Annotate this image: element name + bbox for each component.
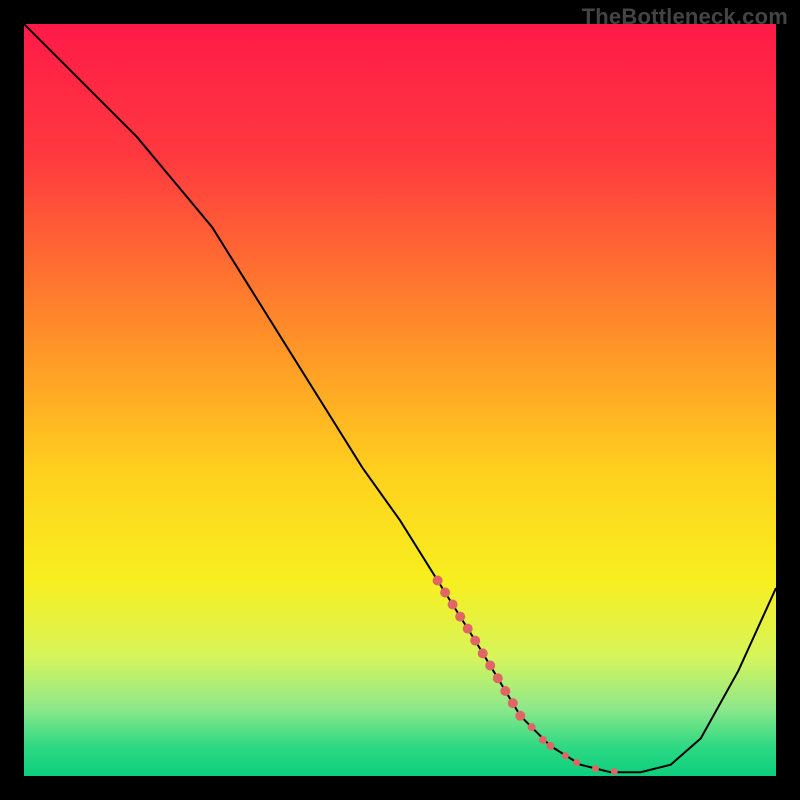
plot-area [24,24,776,776]
chart-frame: TheBottleneck.com [0,0,800,800]
highlight-dot [562,752,569,759]
highlight-dot [448,600,458,610]
highlight-dot [433,576,443,586]
highlight-dot [470,636,480,646]
highlight-dot [493,673,503,683]
highlight-dot [500,686,510,696]
highlight-dot [539,736,547,744]
highlight-dot [440,588,450,598]
highlight-dot [515,711,525,721]
highlight-dot [592,765,599,772]
highlight-dot [463,624,473,634]
watermark-label: TheBottleneck.com [582,4,788,30]
highlight-dot [546,742,554,750]
bottleneck-chart [24,24,776,776]
highlight-dot [478,648,488,658]
highlight-dot [573,759,580,766]
highlight-dot [528,723,536,731]
highlight-dot [455,612,465,622]
highlight-dot [611,768,618,775]
highlight-dot [508,698,518,708]
highlight-dot [485,661,495,671]
